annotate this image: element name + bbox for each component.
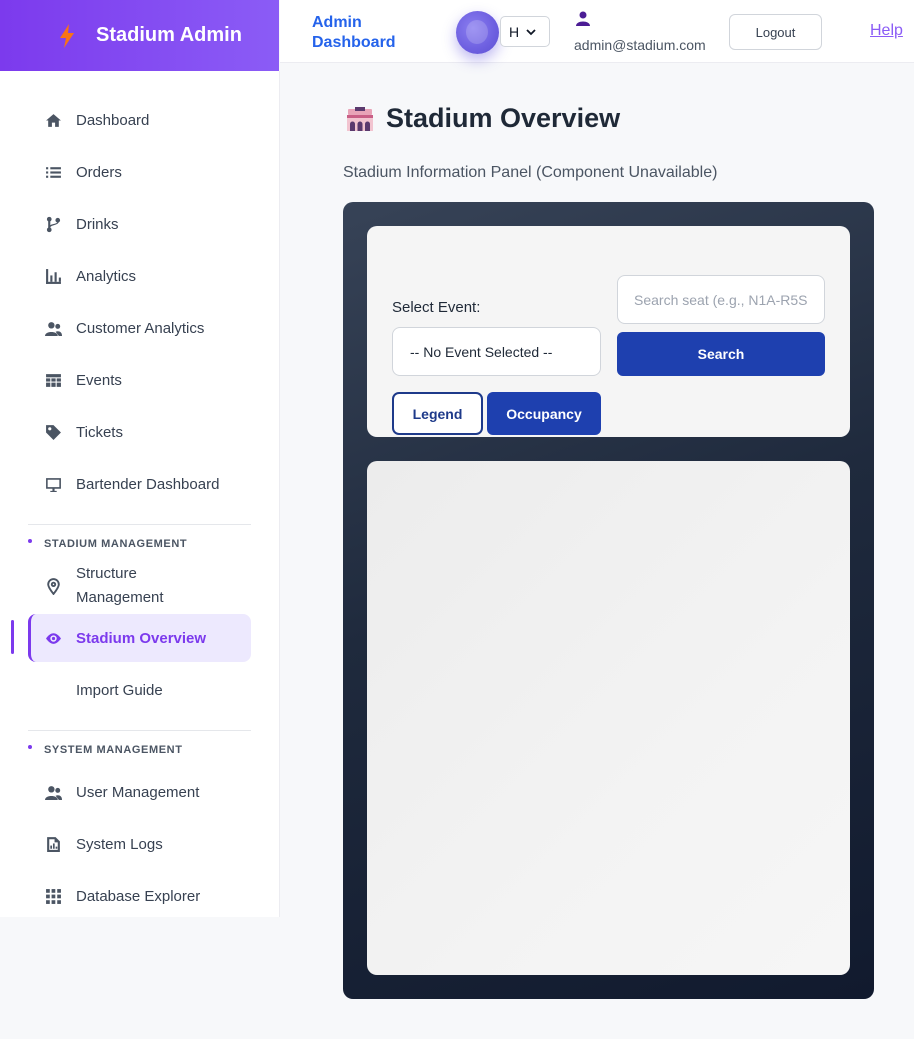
sidebar-item-bartender-dashboard[interactable]: Bartender Dashboard (28, 460, 251, 508)
occupancy-button[interactable]: Occupancy (487, 392, 601, 435)
sidebar-divider (28, 730, 251, 731)
sidebar-item-user-management[interactable]: User Management (28, 768, 251, 816)
sidebar-item-events[interactable]: Events (28, 356, 251, 404)
sidebar-item-label: Tickets (76, 423, 123, 441)
avatar[interactable] (456, 11, 499, 54)
select-event-label: Select Event: (392, 299, 481, 316)
sidebar-item-analytics[interactable]: Analytics (28, 252, 251, 300)
stadium-view-area[interactable] (367, 461, 850, 975)
logout-button[interactable]: Logout (729, 14, 822, 50)
language-select[interactable]: H (500, 16, 550, 47)
seat-search-input[interactable] (617, 275, 825, 324)
sidebar-item-structure-management[interactable]: Structure Management (28, 562, 251, 610)
help-link[interactable]: Help (870, 22, 903, 40)
sidebar-item-label: Orders (76, 163, 122, 181)
sidebar-item-label: Customer Analytics (76, 319, 205, 337)
sidebar-item-label: Dashboard (76, 111, 150, 129)
file-chart-icon (44, 835, 62, 853)
calendar-icon (44, 371, 62, 389)
users-icon (44, 783, 62, 801)
stadium-panel: Select Event: -- No Event Selected -- Se… (343, 202, 874, 999)
user-email: admin@stadium.com (574, 37, 706, 53)
section-dot (28, 539, 32, 543)
sidebar-item-import-guide[interactable]: Import Guide (28, 666, 251, 714)
user-icon (576, 11, 590, 26)
controls-card: Select Event: -- No Event Selected -- Se… (367, 226, 850, 437)
sidebar-item-label: Drinks (76, 215, 119, 233)
sidebar-divider (28, 524, 251, 525)
sidebar-item-label: Bartender Dashboard (76, 475, 220, 493)
stadium-icon (347, 107, 373, 131)
header-title[interactable]: Admin Dashboard (312, 13, 422, 53)
sidebar-item-customer-analytics[interactable]: Customer Analytics (28, 304, 251, 352)
sidebar-item-label: Analytics (76, 267, 137, 285)
blank-icon (44, 681, 62, 699)
language-value: H (509, 23, 520, 40)
brand-header: Stadium Admin (0, 0, 279, 71)
sidebar-item-system-logs[interactable]: System Logs (28, 820, 251, 868)
section-dot (28, 745, 32, 749)
event-select[interactable]: -- No Event Selected -- (392, 327, 601, 376)
sidebar-item-label: User Management (76, 783, 200, 801)
sidebar-item-dashboard[interactable]: Dashboard (28, 96, 251, 144)
eye-icon (44, 629, 62, 647)
sidebar-item-orders[interactable]: Orders (28, 148, 251, 196)
active-indicator (11, 620, 14, 654)
bolt-icon (58, 23, 76, 48)
sidebar-item-label: Import Guide (76, 681, 163, 699)
search-button[interactable]: Search (617, 332, 825, 376)
top-header: Admin Dashboard H admin@stadium.com Logo… (280, 0, 914, 63)
monitor-icon (44, 475, 62, 493)
sidebar-item-database-explorer[interactable]: Database Explorer (28, 872, 251, 920)
map-pin-icon (44, 577, 62, 595)
grid-icon (44, 887, 62, 905)
brand-title: Stadium Admin (96, 24, 242, 46)
legend-button[interactable]: Legend (392, 392, 483, 435)
sidebar-item-label: Database Explorer (76, 887, 201, 905)
sidebar-item-drinks[interactable]: Drinks (28, 200, 251, 248)
sidebar-item-tickets[interactable]: Tickets (28, 408, 251, 456)
branch-icon (44, 215, 62, 233)
home-icon (44, 111, 62, 129)
sidebar-item-label: Structure Management (76, 565, 164, 606)
users-icon (44, 319, 62, 337)
section-title-system: SYSTEM MANAGEMENT (44, 744, 183, 756)
list-icon (44, 163, 62, 181)
bar-chart-icon (44, 267, 62, 285)
sidebar-item-label: System Logs (76, 835, 163, 853)
page-subtitle: Stadium Information Panel (Component Una… (343, 164, 718, 181)
sidebar-item-label: Stadium Overview (76, 629, 207, 647)
sidebar-item-stadium-overview[interactable]: Stadium Overview (28, 614, 251, 662)
chevron-down-icon (526, 29, 536, 36)
tag-icon (44, 423, 62, 441)
page-title: Stadium Overview (386, 103, 621, 133)
sidebar-item-label: Events (76, 371, 122, 389)
section-title-stadium: STADIUM MANAGEMENT (44, 538, 188, 550)
